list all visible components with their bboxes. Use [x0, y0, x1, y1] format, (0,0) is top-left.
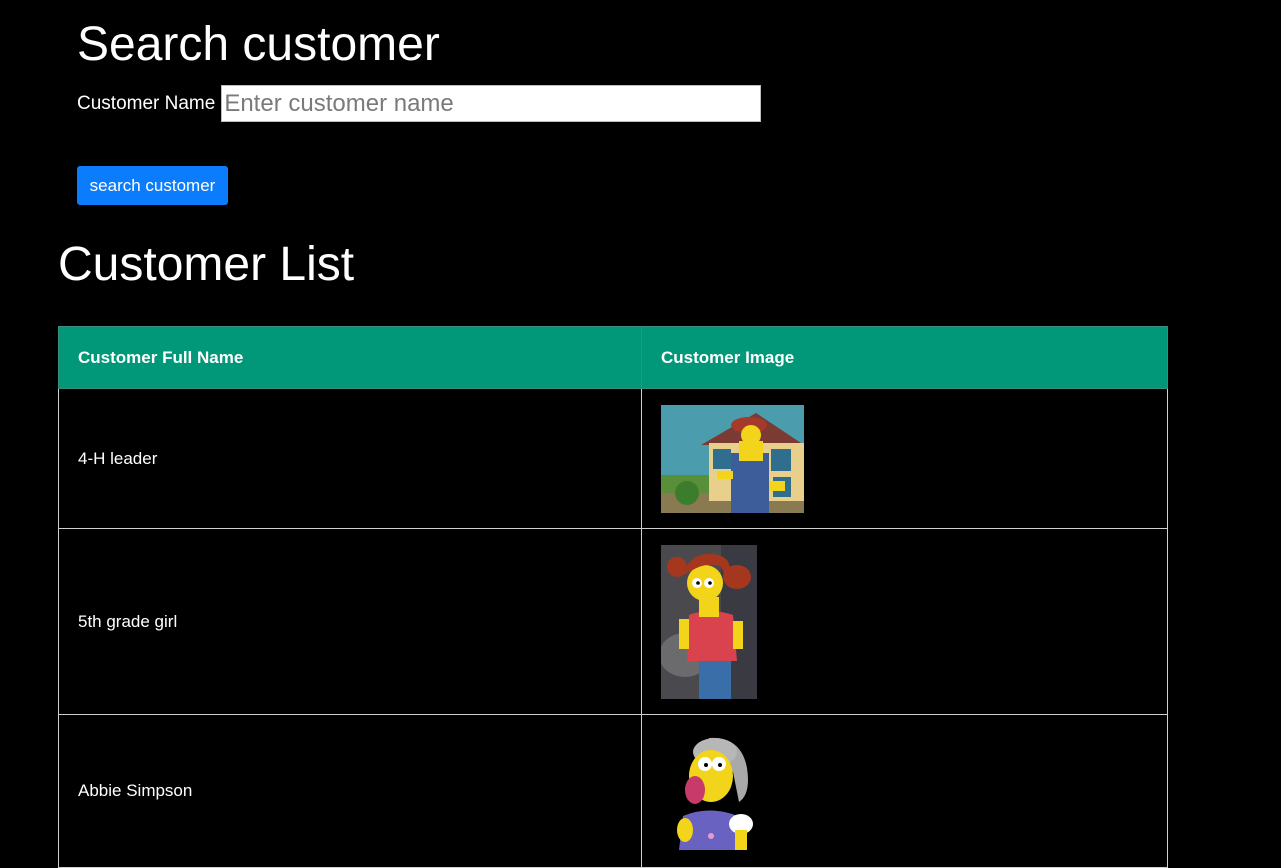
- search-customer-button[interactable]: search customer: [77, 166, 228, 205]
- customer-image-cell: [641, 388, 1168, 529]
- customer-image-5th-grade-girl: [661, 544, 757, 699]
- customer-name-input[interactable]: [221, 85, 762, 122]
- customer-image-cell: [641, 528, 1168, 715]
- table-row: Abbie Simpson: [58, 714, 1168, 868]
- customer-name-cell: 5th grade girl: [58, 528, 642, 715]
- column-header-full-name: Customer Full Name: [58, 326, 642, 389]
- customer-image-4h-leader: [661, 404, 804, 513]
- table-header-row: Customer Full Name Customer Image: [58, 326, 1168, 389]
- table-row: 4-H leader: [58, 388, 1168, 529]
- customer-name-cell: 4-H leader: [58, 388, 642, 529]
- customer-image-abbie-simpson: [661, 732, 757, 850]
- table-row: 5th grade girl: [58, 528, 1168, 715]
- customer-list-title: Customer List: [58, 238, 355, 291]
- customer-name-cell: Abbie Simpson: [58, 714, 642, 868]
- column-header-image: Customer Image: [641, 326, 1168, 389]
- page: Search customer Customer Name search cus…: [0, 0, 1281, 868]
- customer-table: Customer Full Name Customer Image 4-H le…: [58, 326, 1168, 868]
- customer-name-label: Customer Name: [77, 92, 216, 114]
- search-row: Customer Name: [77, 85, 762, 122]
- search-title: Search customer: [77, 18, 440, 71]
- customer-image-cell: [641, 714, 1168, 868]
